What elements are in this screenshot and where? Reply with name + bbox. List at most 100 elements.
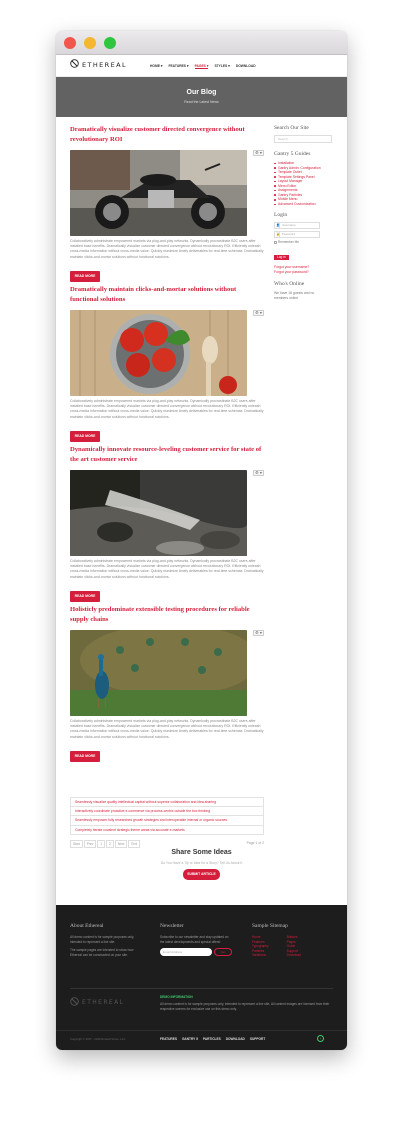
blog-post: Dynamically innovate resource-leveling c… (70, 445, 264, 602)
remember-checkbox[interactable] (274, 241, 277, 245)
newsletter-text: Subscribe to our newsletter and stay upd… (160, 935, 229, 944)
user-icon: 👤 (276, 223, 280, 229)
password-field[interactable]: 🔒 Password (274, 231, 320, 239)
post-excerpt: Collaboratively administrate empowered m… (70, 399, 264, 419)
ethereal-logo-icon (70, 997, 79, 1006)
gear-icon[interactable]: ⚙ ▾ (253, 470, 264, 476)
demo-text: All demo content is for sample purposes … (160, 1002, 330, 1011)
page-1[interactable]: 1 (97, 840, 106, 848)
close-window-button[interactable] (64, 37, 76, 49)
more-article-link[interactable]: Seamlessly visualize quality intellectua… (71, 798, 263, 808)
footer-link-gantry[interactable]: GANTRY 5 (182, 1037, 198, 1041)
username-field[interactable]: 👤 Username (274, 222, 320, 230)
main-nav: HOME ▾ FEATURES ▾ PAGES ▾ STYLES ▾ DOWNL… (150, 64, 256, 69)
sidebar: Search Our Site Search... Gantry 5 Guide… (274, 125, 336, 301)
search-title: Search Our Site (274, 125, 309, 131)
nav-features[interactable]: FEATURES ▾ (168, 64, 188, 69)
newsletter-title: Newsletter (160, 923, 184, 929)
footer-link-support[interactable]: SUPPORT (250, 1037, 265, 1041)
footer-about: About Ethereal All demo content is for s… (70, 923, 142, 961)
remember-me[interactable]: Remember Me (274, 240, 336, 245)
forgot-password-link[interactable]: Forgot your password? (274, 270, 336, 275)
about-title: About Ethereal (70, 923, 104, 929)
sitemap-link[interactable]: Variations (252, 953, 269, 958)
post-title[interactable]: Dynamically innovate resource-leveling c… (70, 445, 264, 464)
site-footer: About Ethereal All demo content is for s… (56, 905, 347, 1050)
share-title: Share Some Ideas (171, 849, 232, 856)
tomatoes-photo[interactable] (70, 310, 247, 396)
more-article-link[interactable]: Completely iterate covalent strategic th… (71, 826, 263, 834)
post-title[interactable]: Dramatically maintain clicks-and-mortar … (70, 285, 264, 304)
guides-list: Installation Gantry Admin: Configuration… (274, 161, 336, 206)
gear-icon[interactable]: ⚙ ▾ (253, 310, 264, 316)
sitemap-title: Sample Sitemap (252, 923, 288, 929)
gear-icon[interactable]: ⚙ ▾ (253, 150, 264, 156)
nav-home[interactable]: HOME ▾ (150, 64, 162, 69)
footer-link-features[interactable]: FEATURES (160, 1037, 177, 1041)
back-to-top-icon[interactable]: ↑ (317, 1035, 324, 1042)
blog-post: Dramatically maintain clicks-and-mortar … (70, 285, 264, 442)
blog-post: Dramatically visualize customer directed… (70, 125, 264, 282)
pagination: Start Prev 1 2 Next End (70, 840, 141, 848)
waterfall-photo[interactable] (70, 470, 247, 556)
more-article-link[interactable]: Interactively coordinate proactive e-com… (71, 807, 263, 817)
footer-logo-text: ETHEREAL (82, 999, 125, 1006)
more-articles-list: Seamlessly visualize quality intellectua… (70, 797, 264, 835)
footer-nav: FEATURES GANTRY 5 PARTICLES DOWNLOAD SUP… (160, 1037, 265, 1041)
page-counter: Page 1 of 2 (246, 841, 264, 845)
nav-styles[interactable]: STYLES ▾ (214, 64, 229, 69)
page-subtitle: Read the Latest News (184, 100, 219, 104)
page-end[interactable]: End (128, 840, 141, 848)
page-next[interactable]: Next (114, 840, 128, 848)
nav-download[interactable]: DOWNLOAD (236, 64, 256, 69)
browser-window: ETHEREAL HOME ▾ FEATURES ▾ PAGES ▾ STYLE… (56, 31, 347, 1050)
lock-icon: 🔒 (276, 232, 280, 238)
site-header: ETHEREAL HOME ▾ FEATURES ▾ PAGES ▾ STYLE… (56, 55, 347, 77)
search-input[interactable]: Search... (274, 135, 332, 143)
read-more-button[interactable]: READ MORE (70, 591, 100, 602)
page-hero: Our Blog Read the Latest News (56, 77, 347, 117)
ethereal-logo-icon (70, 59, 79, 68)
post-excerpt: Collaboratively administrate empowered m… (70, 239, 264, 259)
page-2[interactable]: 2 (106, 840, 114, 848)
sitemap-link[interactable]: Download (287, 953, 301, 958)
footer-link-particles[interactable]: PARTICLES (203, 1037, 221, 1041)
footer-bottom: Copyright © 2007 - 2016 RocketTheme, LLC… (56, 1030, 347, 1050)
peacock-photo[interactable] (70, 630, 247, 716)
footer-link-download[interactable]: DOWNLOAD (226, 1037, 245, 1041)
post-title[interactable]: Dramatically visualize customer directed… (70, 125, 264, 144)
read-more-button[interactable]: READ MORE (70, 271, 100, 282)
page-prev[interactable]: Prev (83, 840, 97, 848)
read-more-button[interactable]: READ MORE (70, 751, 100, 762)
more-article-link[interactable]: Seamlessly empower fully researched grow… (71, 816, 263, 826)
read-more-button[interactable]: READ MORE (70, 431, 100, 442)
page-start[interactable]: Start (70, 840, 83, 848)
newsletter-join-button[interactable]: Join (214, 948, 232, 957)
gear-icon[interactable]: ⚙ ▾ (253, 630, 264, 636)
maximize-window-button[interactable] (104, 37, 116, 49)
who-online-text: We have 16 guests and no members online (274, 291, 315, 301)
window-titlebar (56, 31, 347, 55)
post-excerpt: Collaboratively administrate empowered m… (70, 559, 264, 579)
site-logo-text: ETHEREAL (82, 61, 127, 69)
share-text: Do You Have a Tip or Idea for a Story? T… (160, 861, 243, 865)
nav-pages[interactable]: PAGES ▾ (194, 64, 209, 69)
submit-article-button[interactable]: SUBMIT ARTICLE (183, 869, 220, 880)
blog-post: Holisticly predominate extensible testin… (70, 605, 264, 762)
login-button[interactable]: Log in (274, 255, 289, 261)
footer-newsletter: Newsletter Subscribe to our newsletter a… (160, 923, 232, 957)
minimize-window-button[interactable] (84, 37, 96, 49)
post-excerpt: Collaboratively administrate empowered m… (70, 719, 264, 739)
who-online-title: Who's Online (274, 281, 305, 288)
guide-link[interactable]: Advanced Customization (274, 202, 336, 207)
footer-sitemap: Sample Sitemap Home Features Typography … (252, 923, 324, 958)
login-title: Login (274, 212, 288, 219)
demo-information: DEMO INFORMATION All demo content is for… (160, 995, 335, 1011)
motorcycle-photo[interactable] (70, 150, 247, 236)
footer-divider (70, 988, 333, 989)
page-title: Our Blog (186, 89, 217, 96)
demo-title: DEMO INFORMATION (160, 995, 193, 999)
post-title[interactable]: Holisticly predominate extensible testin… (70, 605, 264, 624)
copyright: Copyright © 2007 - 2016 RocketTheme, LLC (70, 1037, 126, 1041)
newsletter-email-input[interactable]: Email Address (160, 948, 213, 957)
